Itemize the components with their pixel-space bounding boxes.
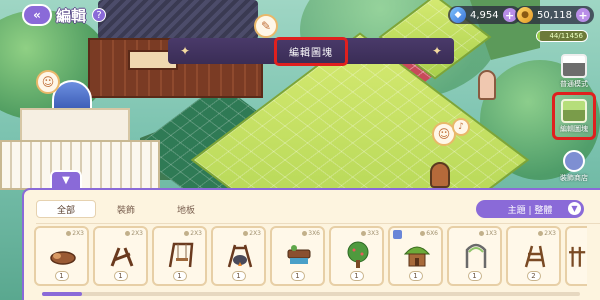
wooden-fence-icon — [110, 247, 134, 267]
item-size: 3X3 — [361, 230, 379, 237]
fence-icon — [569, 246, 586, 267]
tree-house-icon — [403, 246, 431, 267]
edit-block-button[interactable]: 編輯圖塊 — [552, 92, 596, 140]
item-card[interactable]: 1X3 1 — [447, 226, 502, 286]
item-list: 2X3 1 2X3 1 2X3 1 2X3 1 3X6 1 3X3 1 6X6 … — [34, 226, 587, 286]
item-card[interactable]: 2X3 1 — [93, 226, 148, 286]
tab-decoration[interactable]: 裝飾 — [96, 200, 156, 218]
question-icon: ? — [96, 9, 102, 21]
item-quantity: 1 — [54, 271, 69, 281]
wooden-swing-icon — [168, 242, 194, 268]
sort-dropdown[interactable]: 主題 | 整體 ▼ — [476, 200, 584, 218]
edit-block-label: 編輯圖塊 — [560, 125, 588, 133]
decoration-shop-label: 裝飾商店 — [560, 174, 588, 182]
item-card[interactable]: 2X3 1 — [152, 226, 207, 286]
add-coins-button[interactable]: + — [576, 8, 590, 22]
sort-label: 主題 | 整體 — [507, 205, 553, 216]
header-bar: « 編輯 ? — [22, 4, 107, 26]
item-card[interactable]: 2X3 2 — [506, 226, 561, 286]
character-bubble-icon[interactable]: ♪ — [452, 118, 470, 136]
normal-mode-icon — [561, 54, 587, 78]
item-quantity: 2 — [526, 271, 541, 281]
decoration-shop-button[interactable]: 裝飾商店 — [554, 150, 594, 190]
collapse-panel-button[interactable]: ▼ — [50, 170, 82, 188]
item-size: 2X3 — [243, 230, 261, 237]
normal-mode-button[interactable]: 普通模式 — [554, 54, 594, 94]
shop-icon — [563, 150, 585, 172]
character-bubble-icon[interactable]: ✎ — [254, 14, 278, 38]
cooking-pot-icon — [227, 244, 253, 268]
item-size: 2X3 — [125, 230, 143, 237]
sparkle-icon: ✦ — [180, 44, 191, 58]
tab-all[interactable]: 全部 — [36, 200, 96, 218]
item-quantity: 1 — [172, 271, 187, 281]
page-title: 編輯 — [56, 6, 87, 25]
help-button[interactable]: ? — [92, 8, 107, 22]
item-quantity: 1 — [113, 271, 128, 281]
tree-icon — [347, 241, 369, 268]
item-card[interactable]: 6X6 1 — [388, 226, 443, 286]
item-size: 3X6 — [302, 230, 320, 237]
horizontal-scrollbar[interactable] — [42, 292, 580, 296]
item-size: 1X3 — [479, 230, 497, 237]
back-button[interactable]: « — [22, 4, 52, 26]
item-size: 2X3 — [184, 230, 202, 237]
item-quantity: 1 — [290, 271, 305, 281]
sparkle-icon: ✦ — [431, 44, 442, 58]
gem-icon: ◆ — [450, 7, 466, 23]
edit-block-icon — [561, 99, 587, 123]
chevron-down-icon: ▼ — [568, 202, 581, 215]
item-card[interactable]: 2X3 1 — [34, 226, 89, 286]
new-badge-icon — [393, 230, 402, 239]
coin-counter: ● 50,118 + — [515, 6, 594, 24]
experience-text: 44/11456 — [549, 32, 583, 40]
scrollbar-thumb[interactable] — [42, 292, 82, 296]
item-card[interactable]: 2X3 1 — [211, 226, 266, 286]
banner-label: 編輯圖塊 — [274, 36, 348, 66]
experience-fill — [537, 31, 540, 41]
item-card[interactable] — [565, 226, 587, 286]
coin-icon: ● — [517, 7, 533, 23]
character-sprite[interactable] — [478, 70, 496, 100]
item-size: 6X6 — [420, 230, 438, 237]
item-quantity: 1 — [231, 271, 246, 281]
log-seat-icon — [50, 251, 76, 265]
normal-mode-label: 普通模式 — [560, 80, 588, 88]
gem-counter: ◆ 4,954 + — [448, 6, 521, 24]
gem-value: 4,954 — [470, 9, 499, 21]
item-card[interactable]: 3X6 1 — [270, 226, 325, 286]
item-quantity: 1 — [349, 271, 364, 281]
experience-bar: 44/11456 — [536, 30, 588, 42]
character-bubble-icon[interactable]: ☺ — [36, 70, 60, 94]
inventory-panel: 全部 裝飾 地板 主題 | 整體 ▼ 2X3 1 2X3 1 2X3 1 2X3… — [22, 188, 600, 300]
divider — [36, 223, 600, 224]
item-size: 2X3 — [66, 230, 84, 237]
item-quantity: 1 — [467, 271, 482, 281]
coin-value: 50,118 — [537, 9, 572, 21]
item-card[interactable]: 3X3 1 — [329, 226, 384, 286]
double-chevron-left-icon: « — [33, 8, 41, 22]
chevron-down-icon: ▼ — [62, 174, 70, 186]
arch-gate-icon — [465, 243, 487, 268]
character-sprite[interactable] — [430, 162, 450, 188]
tab-floor[interactable]: 地板 — [156, 200, 216, 218]
mode-banner: ✦ 編輯圖塊 ✦ — [168, 36, 454, 66]
bench-icon — [287, 245, 311, 264]
category-tabs: 全部 裝飾 地板 — [36, 200, 216, 218]
fence-post-icon — [524, 245, 546, 268]
item-quantity: 1 — [408, 271, 423, 281]
item-size: 2X3 — [538, 230, 556, 237]
